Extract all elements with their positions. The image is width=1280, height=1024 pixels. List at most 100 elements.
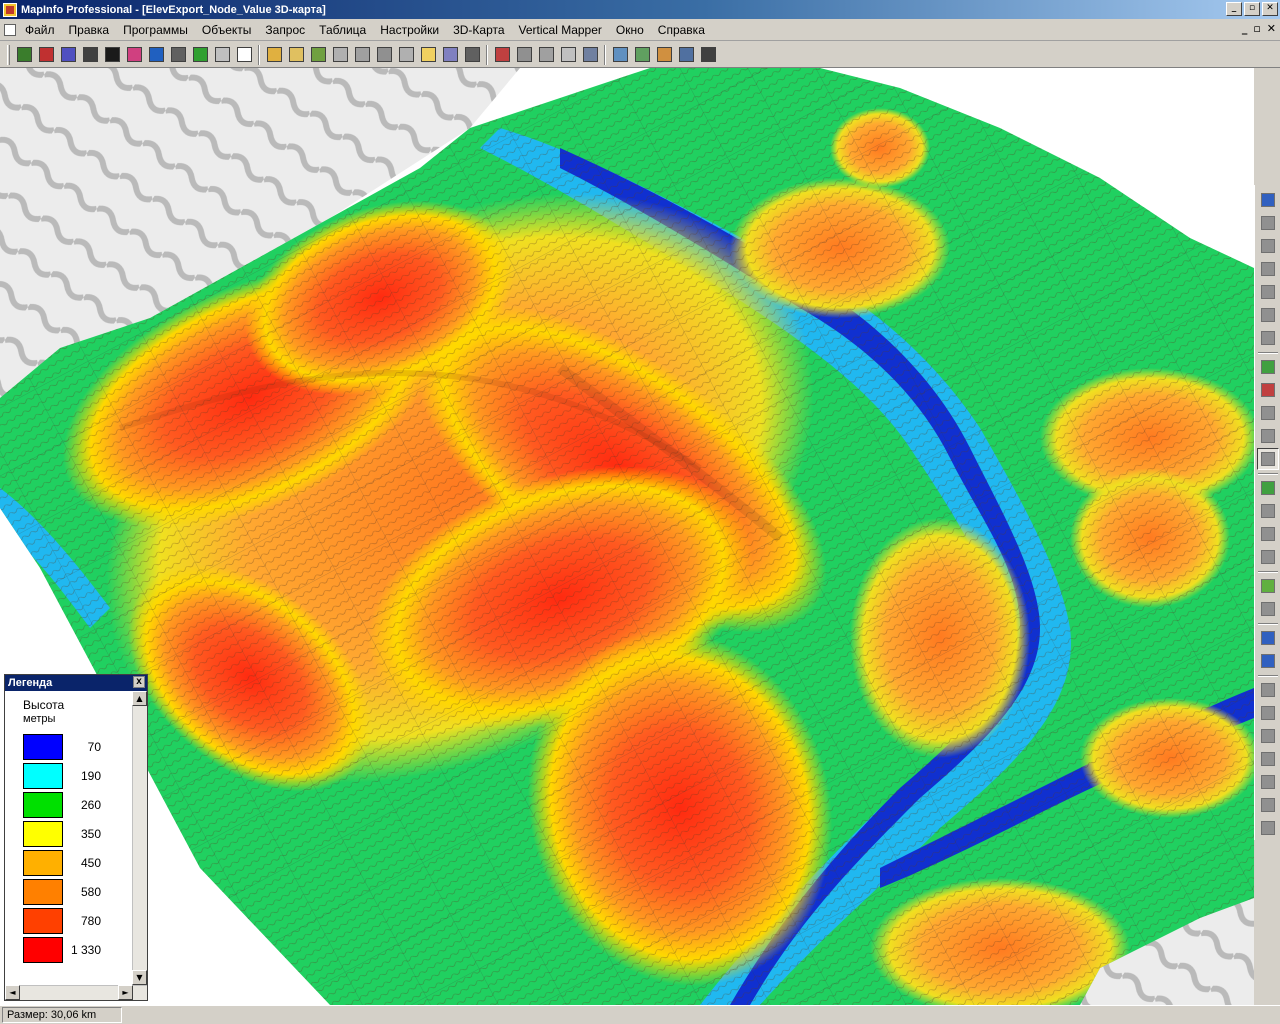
toolbar-button[interactable] — [697, 44, 719, 66]
toolbar-button[interactable] — [79, 44, 101, 66]
menu-vertical-mapper[interactable]: Vertical Mapper — [512, 23, 609, 37]
map-tool-button[interactable] — [1257, 212, 1279, 234]
map-tool-button[interactable] — [1257, 235, 1279, 257]
toolbar-button[interactable] — [167, 44, 189, 66]
map-tool-icon — [1260, 579, 1275, 593]
map-tool-button[interactable] — [1257, 771, 1279, 793]
map-tool-button[interactable] — [1257, 650, 1279, 672]
toolbar-button[interactable] — [395, 44, 417, 66]
toolbar-button[interactable] — [57, 44, 79, 66]
toolbar-button[interactable] — [579, 44, 601, 66]
menu-query[interactable]: Запрос — [258, 23, 312, 37]
toolbar-tool-icon — [236, 47, 252, 62]
menu-help[interactable]: Справка — [651, 23, 712, 37]
toolbar-button[interactable] — [675, 44, 697, 66]
map-tool-button[interactable] — [1257, 817, 1279, 839]
legend-window[interactable]: Легенда x Высота метры 70 190 260 350 450 580… — [4, 674, 148, 1001]
menu-options[interactable]: Настройки — [373, 23, 446, 37]
scroll-left-button[interactable]: ◄ — [5, 985, 20, 1000]
toolbar-button[interactable] — [233, 44, 255, 66]
legend-close-button[interactable]: x — [133, 676, 145, 688]
terrain-3d-render[interactable] — [0, 68, 1254, 1005]
close-button[interactable]: ✕ — [1262, 2, 1278, 16]
map-tool-button[interactable] — [1257, 425, 1279, 447]
menu-edit[interactable]: Правка — [62, 23, 117, 37]
toolbar-button[interactable] — [285, 44, 307, 66]
legend-vertical-scrollbar[interactable]: ▲ ▼ — [132, 691, 147, 985]
toolbar-grip[interactable] — [7, 44, 10, 65]
toolbar-button[interactable] — [145, 44, 167, 66]
legend-horizontal-scrollbar[interactable]: ◄ ► — [5, 985, 147, 1000]
toolbar-button[interactable] — [189, 44, 211, 66]
toolbar-button[interactable] — [491, 44, 513, 66]
toolbar-button[interactable] — [101, 44, 123, 66]
legend-value-label: 190 — [80, 769, 101, 783]
mdi-restore-button[interactable]: ▫ — [1253, 22, 1260, 35]
map-tool-button[interactable] — [1257, 748, 1279, 770]
map-tool-button[interactable] — [1257, 189, 1279, 211]
map-tool-icon — [1260, 752, 1275, 766]
toolbar-button[interactable] — [609, 44, 631, 66]
document-icon[interactable] — [4, 23, 16, 36]
map-3d-view[interactable] — [0, 68, 1254, 1005]
map-tool-icon — [1260, 262, 1275, 276]
menu-window[interactable]: Окно — [609, 23, 651, 37]
toolbar-button[interactable] — [417, 44, 439, 66]
menu-programs[interactable]: Программы — [116, 23, 195, 37]
menu-file[interactable]: Файл — [18, 23, 62, 37]
map-tool-button[interactable] — [1257, 356, 1279, 378]
map-tool-button[interactable] — [1257, 546, 1279, 568]
map-tool-button[interactable] — [1257, 725, 1279, 747]
maximize-button[interactable]: ▫ — [1244, 2, 1260, 16]
toolbar-button[interactable] — [307, 44, 329, 66]
toolbar-button[interactable] — [653, 44, 675, 66]
toolbar-tool-icon — [214, 47, 230, 62]
map-tool-icon — [1260, 504, 1275, 518]
legend-title-bar[interactable]: Легенда x — [5, 675, 147, 691]
map-tool-button[interactable] — [1256, 448, 1279, 470]
toolbar-separator — [486, 44, 488, 65]
map-tool-button[interactable] — [1257, 379, 1279, 401]
map-tool-button[interactable] — [1257, 702, 1279, 724]
scroll-down-button[interactable]: ▼ — [132, 970, 147, 985]
map-tool-button[interactable] — [1257, 304, 1279, 326]
map-tool-button[interactable] — [1257, 679, 1279, 701]
toolbar-button[interactable] — [513, 44, 535, 66]
map-tool-button[interactable] — [1257, 794, 1279, 816]
menu-objects[interactable]: Объекты — [195, 23, 259, 37]
map-tool-button[interactable] — [1257, 327, 1279, 349]
scroll-up-button[interactable]: ▲ — [132, 691, 147, 706]
toolbar-button[interactable] — [557, 44, 579, 66]
mdi-close-button[interactable]: ✕ — [1267, 22, 1276, 35]
toolbar-button[interactable] — [13, 44, 35, 66]
toolbar-button[interactable] — [535, 44, 557, 66]
menu-3d-map[interactable]: 3D-Карта — [446, 23, 511, 37]
toolbar-group-windows — [609, 44, 719, 66]
mdi-minimize-button[interactable]: _ — [1242, 22, 1248, 35]
toolbar-button[interactable] — [123, 44, 145, 66]
toolbar-button[interactable] — [461, 44, 483, 66]
map-tool-button[interactable] — [1257, 258, 1279, 280]
map-tool-button[interactable] — [1257, 575, 1279, 597]
map-tool-button[interactable] — [1257, 627, 1279, 649]
toolbar-button[interactable] — [211, 44, 233, 66]
toolbar-button[interactable] — [439, 44, 461, 66]
map-tool-button[interactable] — [1257, 500, 1279, 522]
toolbar-button[interactable] — [373, 44, 395, 66]
map-tool-button[interactable] — [1257, 477, 1279, 499]
toolbar-button[interactable] — [631, 44, 653, 66]
map-tool-button[interactable] — [1257, 598, 1279, 620]
minimize-button[interactable]: _ — [1226, 2, 1242, 16]
toolbar-button[interactable] — [263, 44, 285, 66]
toolbar-button[interactable] — [329, 44, 351, 66]
map-tool-button[interactable] — [1257, 402, 1279, 424]
map-tool-button[interactable] — [1257, 281, 1279, 303]
toolbar-button[interactable] — [35, 44, 57, 66]
scroll-right-button[interactable]: ► — [118, 985, 133, 1000]
toolbar-button[interactable] — [351, 44, 373, 66]
map-tool-icon — [1260, 775, 1275, 789]
map-tool-button[interactable] — [1257, 523, 1279, 545]
menu-table[interactable]: Таблица — [312, 23, 373, 37]
legend-entry: 580 — [23, 879, 131, 905]
toolbar-separator — [1257, 352, 1278, 354]
